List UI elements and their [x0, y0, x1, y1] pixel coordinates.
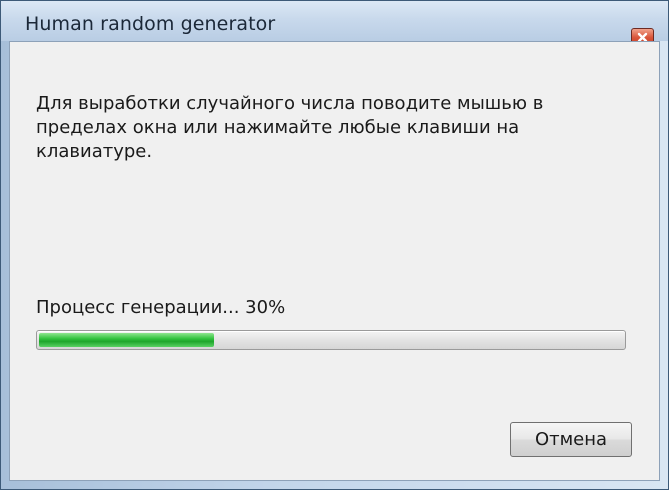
instruction-text: Для выработки случайного числа поводите …	[36, 93, 544, 162]
progress-label: Процесс генерации... 30%	[36, 297, 286, 318]
cancel-button[interactable]: Отмена	[510, 422, 632, 457]
title-bar[interactable]: Human random generator	[1, 1, 668, 41]
dialog-client-area: Для выработки случайного числа поводите …	[9, 41, 660, 481]
progress-bar-fill	[39, 333, 214, 347]
progress-bar	[36, 330, 626, 350]
dialog-window: Human random generator Для выработки слу…	[0, 0, 669, 490]
window-title: Human random generator	[25, 13, 276, 35]
